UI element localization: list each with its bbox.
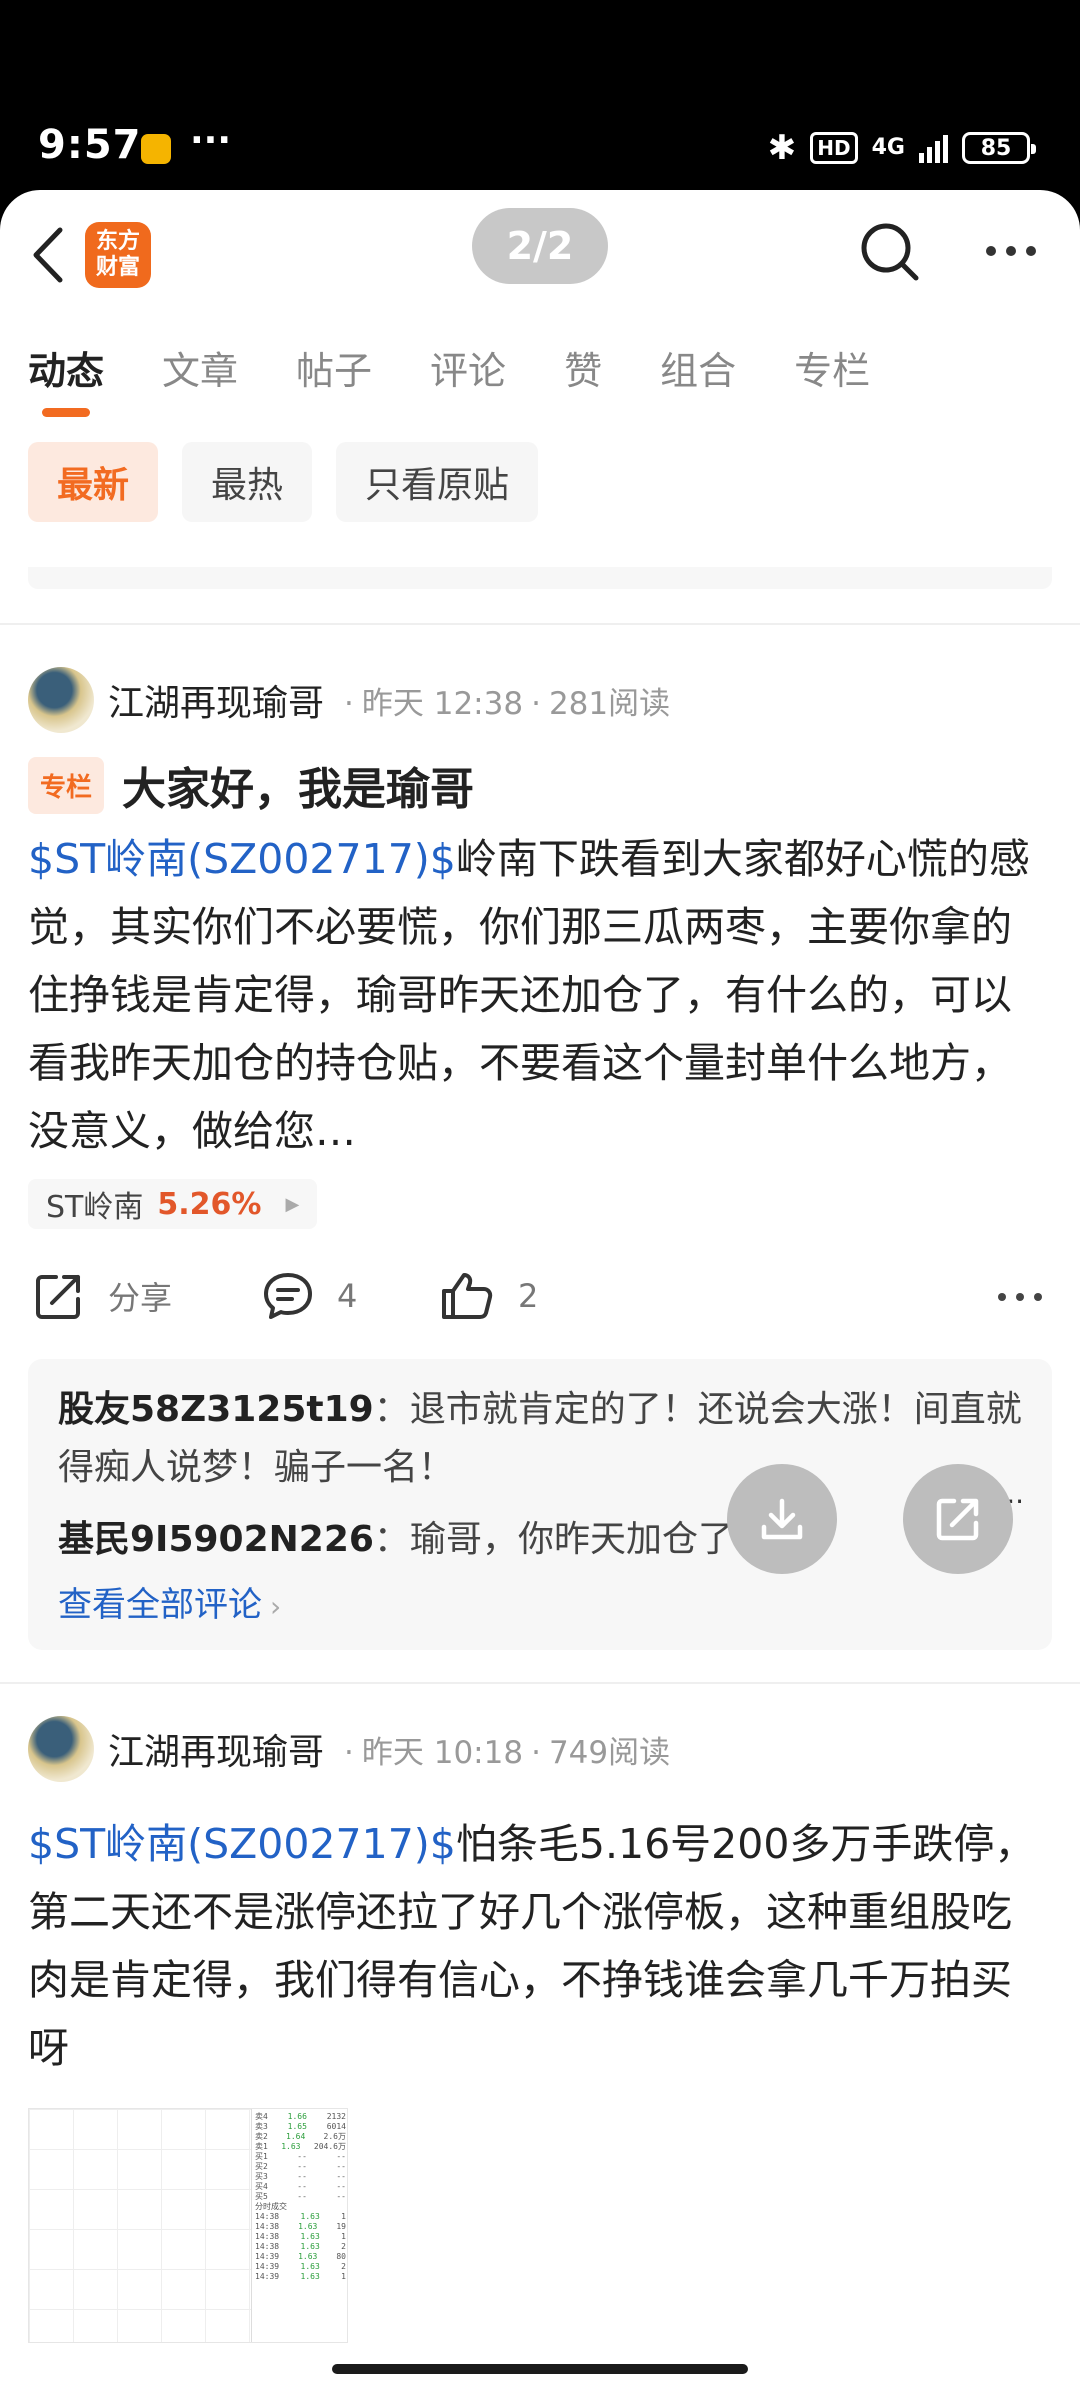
thumbnail-row: 14:39 1.63 80 [255, 2252, 346, 2261]
author-name[interactable]: 江湖再现瑜哥 [108, 674, 324, 726]
thumbnail-row: 买3 -- -- [255, 2172, 346, 2181]
thumbnail-row: 买2 -- -- [255, 2162, 346, 2171]
status-time: 9:57 [38, 122, 142, 168]
post-actions: 分享 4 2 [28, 1229, 1052, 1359]
comment-item: 股友58Z3125t19：退市就肯定的了！还说会大涨！间直就得痴人说梦！骗子一名… [58, 1389, 1022, 1488]
filter-latest[interactable]: 最新 [28, 442, 159, 522]
thumbnail-row: 14:38 1.63 1 [255, 2212, 346, 2221]
stock-link[interactable]: $ST岭南(SZ002717)$ [28, 1820, 456, 1868]
network-type: 4G [871, 135, 905, 160]
thumbnail-row: 14:38 1.63 1 [255, 2232, 346, 2241]
avatar[interactable] [28, 667, 94, 733]
comment-text: 瑜哥，你昨天加仓了? [409, 1519, 754, 1560]
thumbnail-row: 卖4 1.66 2132 [255, 2112, 346, 2121]
column-badge: 专栏 [28, 756, 105, 814]
top-nav: 东方 财富 2/2 [0, 190, 1080, 320]
post-title[interactable]: 大家好，我是瑜哥 [122, 753, 474, 817]
post-meta: · 昨天 10:18 · 749阅读 [344, 1734, 671, 1771]
post-body[interactable]: $ST岭南(SZ002717)$怕条毛5.16号200多万手跌停，第二天还不是涨… [28, 1810, 1052, 2082]
search-icon[interactable] [858, 220, 922, 284]
see-all-comments-link[interactable]: 查看全部评论 › [58, 1577, 1022, 1626]
intraday-chart-thumbnail [29, 2109, 251, 2342]
download-icon [761, 1498, 803, 1540]
post-body[interactable]: $ST岭南(SZ002717)$岭南下跌看到大家都好心慌的感觉，其实你们不必要慌… [28, 825, 1052, 1165]
commenter-name[interactable]: 基民9I5902N226 [58, 1519, 374, 1560]
comment-button[interactable]: 4 [261, 1269, 357, 1323]
post-author-row: 江湖再现瑜哥 · 昨天 10:18 · 749阅读 [28, 1684, 1052, 1796]
tab-columns[interactable]: 专栏 [794, 340, 870, 395]
author-name[interactable]: 江湖再现瑜哥 [108, 1723, 324, 1775]
thumbnail-row: 卖2 1.64 2.6万 [255, 2132, 346, 2141]
post-image-thumbnail[interactable]: 卖4 1.66 2132 卖3 1.65 6014 卖2 1.64 2.6万 卖1 1.63 204.… [28, 2108, 348, 2343]
avatar[interactable] [28, 1716, 94, 1782]
status-more-icon: ··· [190, 120, 232, 161]
post-more-icon[interactable] [998, 1293, 1042, 1301]
external-link-icon [936, 1498, 979, 1541]
thumbnail-row: 买1 -- -- [255, 2152, 346, 2161]
play-arrow-icon: ▶ [285, 1193, 300, 1215]
share-button[interactable]: 分享 [32, 1269, 172, 1323]
status-bar: 9:57 ··· ✱ HD 4G 85 [0, 0, 1080, 195]
tab-comments[interactable]: 评论 [430, 340, 506, 395]
chevron-right-icon: › [270, 1590, 282, 1623]
comment-icon [264, 1273, 312, 1319]
download-button[interactable] [727, 1464, 837, 1574]
like-button[interactable]: 2 [438, 1269, 538, 1323]
stock-tag-change: 5.26% [157, 1186, 262, 1222]
thumbnail-row: 买4 -- -- [255, 2182, 346, 2191]
tab-likes[interactable]: 赞 [564, 340, 602, 395]
more-options-icon[interactable] [986, 246, 1036, 256]
share-label: 分享 [108, 1279, 173, 1317]
thumbnail-row: 卖3 1.65 6014 [255, 2122, 346, 2131]
thumbnail-row: 14:39 1.63 1 [255, 2272, 346, 2281]
filter-hottest[interactable]: 最热 [182, 442, 313, 522]
thumbnail-row: 14:38 1.63 2 [255, 2242, 346, 2251]
post-title-row: 专栏 大家好，我是瑜哥 [28, 753, 1052, 817]
tab-dongtai[interactable]: 动态 [28, 340, 104, 417]
like-count: 2 [518, 1277, 539, 1315]
tab-articles[interactable]: 文章 [162, 340, 238, 395]
comment-preview[interactable]: 股友58Z3125t19：退市就肯定的了！还说会大涨！间直就得痴人说梦！骗子一名… [28, 1359, 1052, 1650]
filter-chips: 最新 最热 只看原贴 [0, 415, 1080, 567]
thumbnail-row: 分时成交 [255, 2202, 287, 2211]
filter-original-only[interactable]: 只看原贴 [336, 442, 539, 522]
back-arrow-icon[interactable] [24, 220, 74, 290]
stock-link[interactable]: $ST岭南(SZ002717)$ [28, 835, 456, 883]
thumbnail-row: 14:38 1.63 19 [255, 2222, 346, 2231]
hd-badge: HD [810, 132, 858, 164]
post-meta: · 昨天 12:38 · 281阅读 [344, 685, 671, 722]
order-book-thumbnail: 卖4 1.66 2132 卖3 1.65 6014 卖2 1.64 2.6万 卖1 1.63 204.… [251, 2109, 347, 2342]
post-reads: 749阅读 [548, 1734, 671, 1771]
tab-portfolio[interactable]: 组合 [660, 340, 736, 395]
share-icon [36, 1275, 80, 1319]
thumbnail-row: 买5 -- -- [255, 2192, 346, 2201]
profile-sheet: 东方 财富 2/2 动态 文章 帖子 评论 赞 组合 专栏 最新 最热 只看原贴… [0, 190, 1080, 2400]
commenter-name[interactable]: 股友58Z3125t19 [58, 1389, 374, 1430]
signal-icon [919, 133, 948, 163]
notification-app-icon [141, 134, 171, 164]
post-text: 岭南下跌看到大家都好心慌的感觉，其实你们不必要慌，你们那三瓜两枣，主要你拿的住挣… [28, 835, 1030, 1155]
profile-tabs: 动态 文章 帖子 评论 赞 组合 专栏 [0, 320, 1080, 417]
battery-indicator: 85 [962, 132, 1036, 164]
external-share-button[interactable] [903, 1464, 1013, 1574]
tab-posts[interactable]: 帖子 [296, 340, 372, 395]
thumbnail-row: 14:39 1.63 2 [255, 2262, 346, 2271]
post-author-row: 江湖再现瑜哥 · 昨天 12:38 · 281阅读 [28, 625, 1052, 757]
page-indicator[interactable]: 2/2 [472, 208, 608, 284]
post-reads: 281阅读 [548, 685, 671, 722]
bluetooth-icon: ✱ [767, 128, 797, 168]
post-time: 昨天 10:18 [361, 1734, 524, 1771]
stock-tag-name: ST岭南 [46, 1190, 144, 1225]
thumbnail-row: 卖1 1.63 204.6万 [255, 2142, 346, 2151]
comment-item: 基民9I5902N226：瑜哥，你昨天加仓了? [58, 1519, 754, 1560]
app-logo[interactable]: 东方 财富 [85, 222, 151, 288]
comment-count: 4 [337, 1277, 358, 1315]
thumbs-up-icon [442, 1273, 493, 1319]
collapsed-banner [28, 567, 1052, 589]
stock-tag[interactable]: ST岭南 5.26% ▶ [28, 1179, 318, 1229]
post-time: 昨天 12:38 [361, 685, 524, 722]
post-card[interactable]: 江湖再现瑜哥 · 昨天 10:18 · 749阅读 $ST岭南(SZ002717)$怕… [0, 1684, 1080, 2343]
home-indicator[interactable] [332, 2364, 748, 2374]
